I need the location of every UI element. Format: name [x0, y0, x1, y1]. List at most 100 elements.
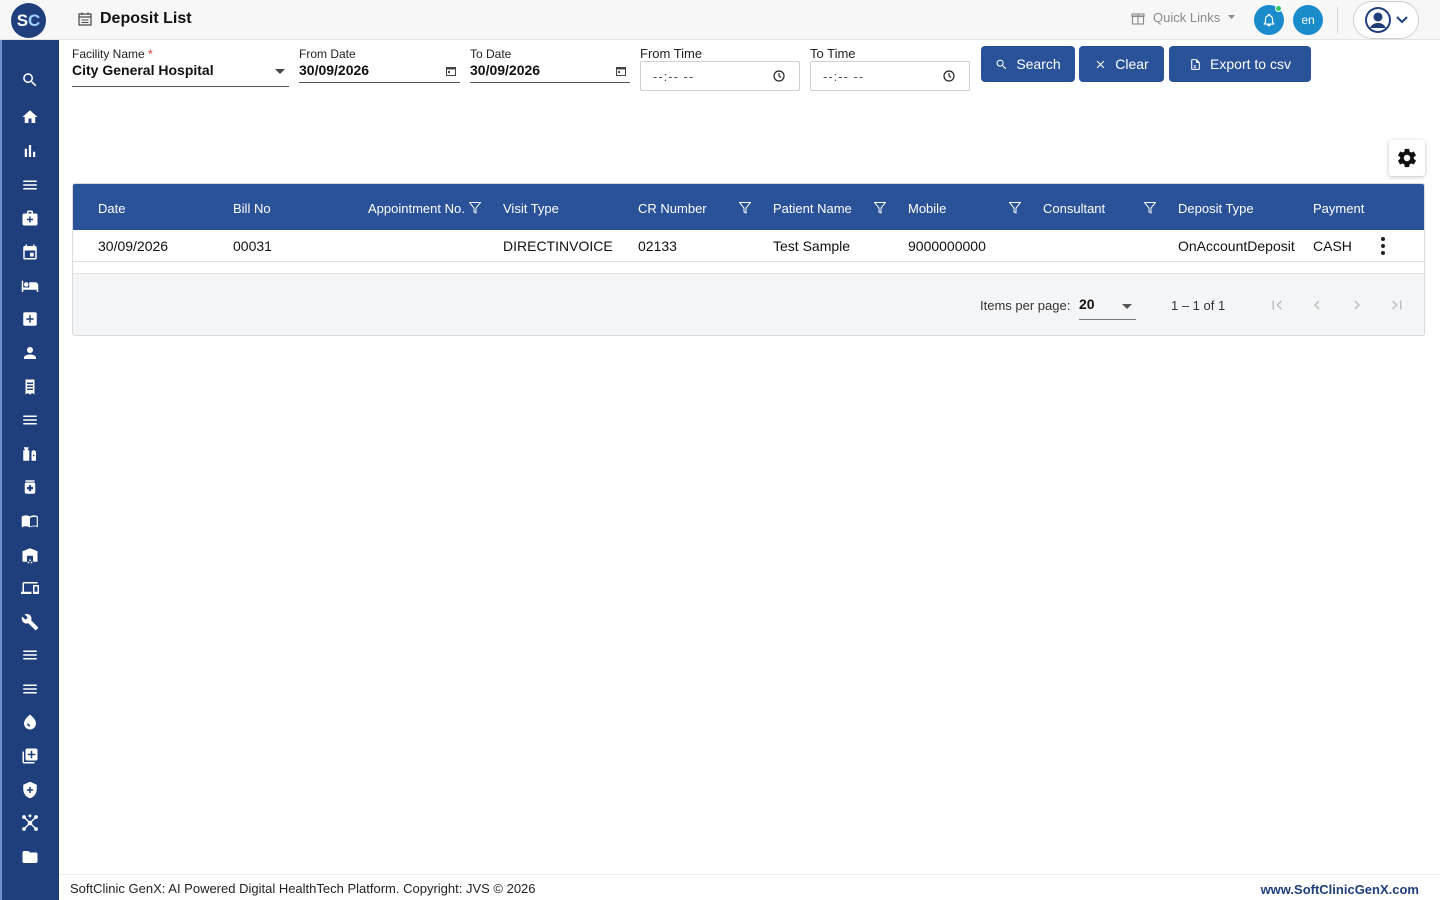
export-csv-button[interactable]: Export to csv	[1169, 46, 1311, 82]
home-icon[interactable]	[20, 107, 40, 127]
footer-website-link[interactable]: www.SoftClinicGenX.com	[1261, 882, 1419, 897]
col-mobile[interactable]: Mobile	[908, 201, 946, 216]
from-time-label: From Time	[640, 46, 703, 61]
wrench-icon[interactable]	[20, 612, 40, 632]
col-patient-name[interactable]: Patient Name	[773, 201, 852, 216]
bed-icon[interactable]	[20, 276, 40, 296]
facility-select[interactable]: Facility Name * City General Hospital	[72, 47, 289, 87]
medical-bag-icon[interactable]	[20, 208, 40, 228]
from-time-placeholder: --:-- --	[653, 69, 695, 84]
col-consultant[interactable]: Consultant	[1043, 201, 1105, 216]
from-time-input[interactable]: --:-- --	[640, 61, 800, 91]
filter-icon[interactable]	[1144, 202, 1156, 214]
notification-dot	[1275, 5, 1282, 12]
facility-value: City General Hospital	[72, 62, 214, 78]
language-button[interactable]: en	[1293, 5, 1323, 35]
clock-icon[interactable]	[943, 70, 955, 82]
search-icon	[996, 59, 1007, 69]
items-per-page-label: Items per page:	[980, 298, 1071, 313]
csv-file-icon	[1191, 58, 1200, 70]
filter-icon[interactable]	[739, 202, 751, 214]
filter-icon[interactable]	[874, 202, 886, 214]
add-box-icon[interactable]	[20, 746, 40, 766]
menu-icon[interactable]	[20, 645, 40, 665]
quick-links-label: Quick Links	[1153, 10, 1221, 25]
app-logo[interactable]: SC	[11, 3, 46, 38]
items-per-page-value: 20	[1079, 296, 1095, 312]
cell-patient-name: Test Sample	[773, 238, 851, 254]
medication-icon[interactable]	[20, 477, 40, 497]
previous-page-button[interactable]	[1306, 294, 1328, 316]
footer-copyright: SoftClinic GenX: AI Powered Digital Heal…	[70, 881, 536, 896]
search-button-label: Search	[1016, 56, 1061, 72]
hub-icon[interactable]	[20, 813, 40, 833]
from-date-field[interactable]: From Date 30/09/2026	[299, 47, 460, 83]
profile-menu-button[interactable]	[1353, 1, 1419, 39]
to-time-placeholder: --:-- --	[823, 69, 865, 84]
search-icon[interactable]	[20, 70, 40, 90]
shield-icon[interactable]	[20, 780, 40, 800]
chevron-down-icon	[1228, 15, 1236, 19]
to-time-input[interactable]: --:-- --	[810, 61, 970, 91]
search-button[interactable]: Search	[981, 46, 1075, 82]
menu-icon[interactable]	[20, 679, 40, 699]
cell-bill-no: 00031	[233, 238, 272, 254]
col-cr-number[interactable]: CR Number	[638, 201, 707, 216]
bar-chart-icon[interactable]	[20, 141, 40, 161]
from-date-value: 30/09/2026	[299, 62, 370, 78]
medical-plus-icon[interactable]	[20, 309, 40, 329]
menu-icon[interactable]	[20, 410, 40, 430]
col-date[interactable]: Date	[98, 201, 125, 216]
gift-icon	[1131, 12, 1145, 25]
pharmacy-icon[interactable]	[20, 444, 40, 464]
last-page-button[interactable]	[1386, 294, 1408, 316]
to-date-field[interactable]: To Date 30/09/2026	[470, 47, 630, 83]
cell-visit-type: DIRECTINVOICE	[503, 238, 613, 254]
filter-icon[interactable]	[469, 202, 481, 214]
calendar-icon[interactable]	[20, 242, 40, 262]
col-visit-type[interactable]: Visit Type	[503, 201, 559, 216]
calendar-icon[interactable]	[616, 66, 626, 76]
clock-icon[interactable]	[773, 70, 785, 82]
to-date-label: To Date	[470, 47, 512, 61]
row-actions-kebab-icon[interactable]	[1378, 237, 1388, 255]
close-icon	[1096, 60, 1105, 68]
table-row[interactable]: 30/09/2026 00031 DIRECTINVOICE 02133 Tes…	[73, 230, 1424, 262]
items-per-page-select[interactable]: 20	[1079, 290, 1136, 320]
col-bill-no[interactable]: Bill No	[233, 201, 271, 216]
sidebar	[0, 40, 59, 900]
logo-letter-s: S	[16, 10, 29, 30]
receipt-icon[interactable]	[20, 377, 40, 397]
col-payment[interactable]: Payment	[1313, 201, 1364, 216]
first-page-button[interactable]	[1266, 294, 1288, 316]
chevron-right-icon	[1354, 300, 1360, 310]
clear-button-label: Clear	[1115, 56, 1149, 72]
from-date-label: From Date	[299, 47, 356, 61]
table-settings-button[interactable]	[1389, 140, 1425, 176]
menu-icon[interactable]	[20, 175, 40, 195]
calendar-icon[interactable]	[446, 66, 456, 76]
to-date-value: 30/09/2026	[470, 62, 541, 78]
devices-icon[interactable]	[20, 578, 40, 598]
page-title: Deposit List	[100, 10, 192, 27]
footer: SoftClinic GenX: AI Powered Digital Heal…	[59, 874, 1440, 900]
book-icon[interactable]	[20, 511, 40, 531]
table-header: Date Bill No Appointment No. Visit Type …	[73, 184, 1424, 230]
clear-button[interactable]: Clear	[1079, 46, 1164, 82]
logo-letter-c: C	[28, 10, 41, 30]
cell-cr-number: 02133	[638, 238, 677, 254]
avatar-icon	[1365, 7, 1391, 33]
person-icon[interactable]	[20, 343, 40, 363]
quick-links-menu[interactable]: Quick Links	[1131, 10, 1236, 25]
bell-icon	[1263, 13, 1275, 27]
col-deposit-type[interactable]: Deposit Type	[1178, 201, 1254, 216]
top-bar: SC Deposit List Quick Links en	[0, 0, 1440, 40]
warehouse-icon[interactable]	[20, 545, 40, 565]
drop-icon[interactable]	[20, 712, 40, 732]
filter-icon[interactable]	[1009, 202, 1021, 214]
notifications-button[interactable]	[1254, 5, 1284, 35]
page-title-area: Deposit List	[78, 10, 192, 28]
col-appointment-no[interactable]: Appointment No.	[368, 201, 465, 216]
folder-icon[interactable]	[20, 847, 40, 867]
next-page-button[interactable]	[1346, 294, 1368, 316]
